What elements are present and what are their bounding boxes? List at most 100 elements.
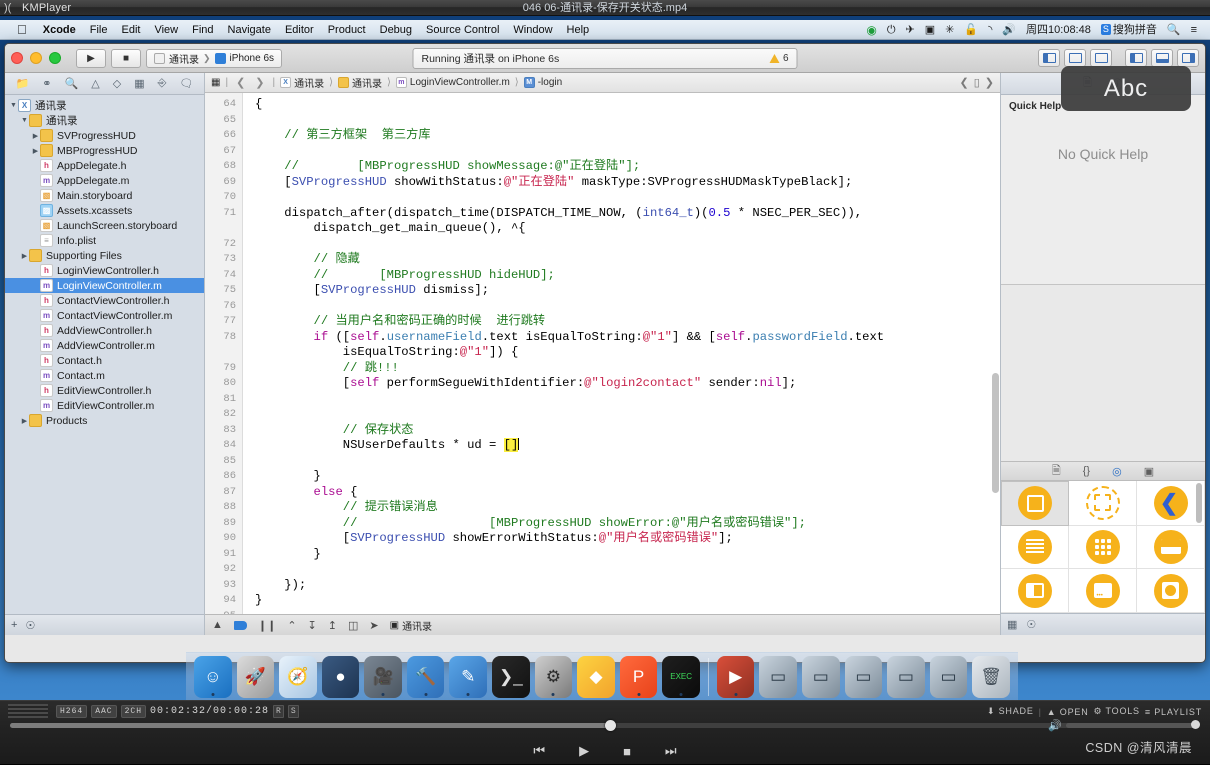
previous-counterpart-icon[interactable]: ❮	[960, 76, 969, 89]
media-library-icon[interactable]: ▣	[1144, 465, 1154, 478]
menu-item-source-control[interactable]: Source Control	[419, 20, 506, 40]
library-scrollbar[interactable]	[1196, 483, 1202, 523]
dock-item-xcode-beta[interactable]: ✎	[449, 655, 488, 698]
volume-icon[interactable]: 🔊	[997, 20, 1021, 40]
code-line[interactable]	[255, 562, 1000, 578]
project-file-tree[interactable]: ▼ X 通讯录 ▼ 通讯录 ▶ SVProgressHUD ▶ MBProgressHUD h Ap…	[5, 95, 204, 614]
disclosure-triangle-icon[interactable]: ▶	[20, 417, 29, 425]
code-line[interactable]: // [MBProgressHUD showError:@"用户名或密码错误"]…	[255, 516, 1000, 532]
library-item[interactable]	[1069, 525, 1137, 570]
code-line[interactable]: else {	[255, 485, 1000, 501]
code-line[interactable]: [SVProgressHUD showWithStatus:@"正在登陆" ma…	[255, 175, 1000, 191]
dock-item-mouse-app[interactable]: ●	[321, 655, 360, 698]
file-tree-row[interactable]: m ContactViewController.m	[5, 308, 204, 323]
open-button[interactable]: ▲ OPEN	[1047, 707, 1089, 717]
dock-item-sketch[interactable]: ◆	[577, 655, 615, 698]
step-into-icon[interactable]: ↧	[308, 619, 317, 632]
related-items-icon[interactable]: ▦	[211, 77, 220, 88]
code-line[interactable]: // [MBProgressHUD showMessage:@"正在登陆"];	[255, 159, 1000, 175]
code-line[interactable]: }	[255, 593, 1000, 609]
code-line[interactable]: if ([self.usernameField.text isEqualToSt…	[255, 330, 1000, 346]
next-counterpart-icon[interactable]: ❯	[985, 76, 994, 89]
file-tree-row[interactable]: m LoginViewController.m	[5, 278, 204, 293]
dock-item-terminal[interactable]: ❯_	[492, 655, 530, 698]
breadcrumb-file[interactable]: m LoginViewController.m	[395, 77, 510, 88]
apple-menu-icon[interactable]: 	[8, 21, 36, 39]
find-navigator-icon[interactable]: 🔍	[65, 77, 79, 90]
issue-navigator-icon[interactable]: △	[91, 77, 99, 90]
filter-icon[interactable]: ☉	[25, 619, 35, 632]
code-line[interactable]: // [MBProgressHUD hideHUD];	[255, 268, 1000, 284]
report-navigator-icon[interactable]: 🗨	[180, 77, 194, 90]
add-button-icon[interactable]: +	[11, 619, 17, 631]
dock-item-window-4[interactable]: ▭	[887, 655, 925, 698]
code-line[interactable]: [SVProgressHUD showErrorWithStatus:@"用户名…	[255, 531, 1000, 547]
editor-vertical-scrollbar[interactable]	[992, 373, 999, 493]
zoom-window-button[interactable]	[49, 52, 61, 64]
run-button[interactable]: ▶	[76, 48, 106, 68]
previous-icon[interactable]: ⏮	[533, 743, 545, 759]
code-line[interactable]	[255, 454, 1000, 470]
dock-item-trash[interactable]: 🗑	[972, 655, 1010, 698]
library-item[interactable]: ❮	[1137, 481, 1205, 526]
grid-view-icon[interactable]: ▦	[1007, 618, 1017, 631]
speaker-icon[interactable]: 🔊	[1048, 719, 1062, 732]
breakpoint-navigator-icon[interactable]: ⎆	[158, 77, 167, 90]
file-tree-row[interactable]: ▶ Products	[5, 413, 204, 428]
dock-item-launchpad[interactable]: 🚀	[236, 655, 275, 698]
stop-button[interactable]: ■	[111, 48, 141, 68]
step-over-icon[interactable]: ⌃	[287, 619, 296, 632]
code-line[interactable]: isEqualToString:@"1"]) {	[255, 345, 1000, 361]
code-line[interactable]: }	[255, 547, 1000, 563]
assistant-editor-button[interactable]	[1064, 49, 1086, 67]
file-tree-row[interactable]: ▶ Supporting Files	[5, 248, 204, 263]
airplane-icon[interactable]: ✈	[901, 20, 920, 40]
menu-item-product[interactable]: Product	[321, 20, 373, 40]
menu-bar-clock[interactable]: 周四10:08:48	[1021, 20, 1096, 40]
menu-item-debug[interactable]: Debug	[373, 20, 419, 40]
warning-badge[interactable]: 6	[769, 53, 789, 64]
dock-item-exec-app[interactable]: EXEC	[662, 655, 700, 698]
lock-icon[interactable]: 🔓	[959, 20, 983, 40]
volume-control[interactable]: 🔊	[1048, 720, 1200, 732]
code-line[interactable]: [SVProgressHUD dismiss];	[255, 283, 1000, 299]
dock-item-finder[interactable]: ☺	[194, 655, 232, 698]
dock-item-window-2[interactable]: ▭	[801, 655, 840, 698]
code-line[interactable]: // 保存状态	[255, 423, 1000, 439]
disclosure-triangle-icon[interactable]: ▶	[31, 147, 40, 155]
disclosure-triangle-icon[interactable]: ▶	[31, 132, 40, 140]
file-tree-row[interactable]: h AppDelegate.h	[5, 158, 204, 173]
minimize-window-button[interactable]	[30, 52, 42, 64]
step-out-icon[interactable]: ↥	[328, 619, 337, 632]
repeat-flag[interactable]: R	[273, 705, 284, 718]
object-library-icon[interactable]: ◎	[1112, 465, 1122, 478]
file-tree-row[interactable]: h EditViewController.h	[5, 383, 204, 398]
code-line[interactable]	[255, 144, 1000, 160]
dock-item-kmplayer[interactable]: ▶	[716, 655, 755, 698]
code-snippet-library-icon[interactable]: {}	[1083, 465, 1090, 477]
menu-item-edit[interactable]: Edit	[115, 20, 148, 40]
bluetooth-icon[interactable]: ✳	[940, 20, 959, 40]
dock-item-safari[interactable]: 🧭	[279, 655, 317, 698]
menu-item-navigate[interactable]: Navigate	[221, 20, 278, 40]
breadcrumb-project[interactable]: X 通讯录	[280, 75, 324, 90]
seek-bar[interactable]	[10, 720, 1200, 731]
navigator-toggle-button[interactable]	[1125, 49, 1147, 67]
code-line[interactable]: {	[255, 97, 1000, 113]
recording-indicator-icon[interactable]: ◉	[861, 20, 881, 40]
scheme-selector[interactable]: 通讯录 ❯ iPhone 6s	[146, 48, 283, 68]
standard-editor-button[interactable]	[1038, 49, 1060, 67]
volume-handle[interactable]	[1191, 720, 1200, 729]
utilities-toggle-button[interactable]	[1177, 49, 1199, 67]
pause-icon[interactable]: ❙❙	[258, 619, 276, 632]
notification-center-icon[interactable]: ≡	[1186, 20, 1202, 40]
code-line[interactable]: // 隐藏	[255, 252, 1000, 268]
debug-area-toggle-button[interactable]	[1151, 49, 1173, 67]
power-icon[interactable]: ⏻	[882, 20, 901, 40]
back-arrow-icon[interactable]: ❮	[233, 76, 248, 89]
code-line[interactable]	[255, 299, 1000, 315]
close-window-button[interactable]	[11, 52, 23, 64]
code-line[interactable]: // 当用户名和密码正确的时候 进行跳转	[255, 314, 1000, 330]
screen-record-icon[interactable]: ▣	[920, 20, 940, 40]
search-icon[interactable]: 🔍	[1162, 20, 1186, 40]
